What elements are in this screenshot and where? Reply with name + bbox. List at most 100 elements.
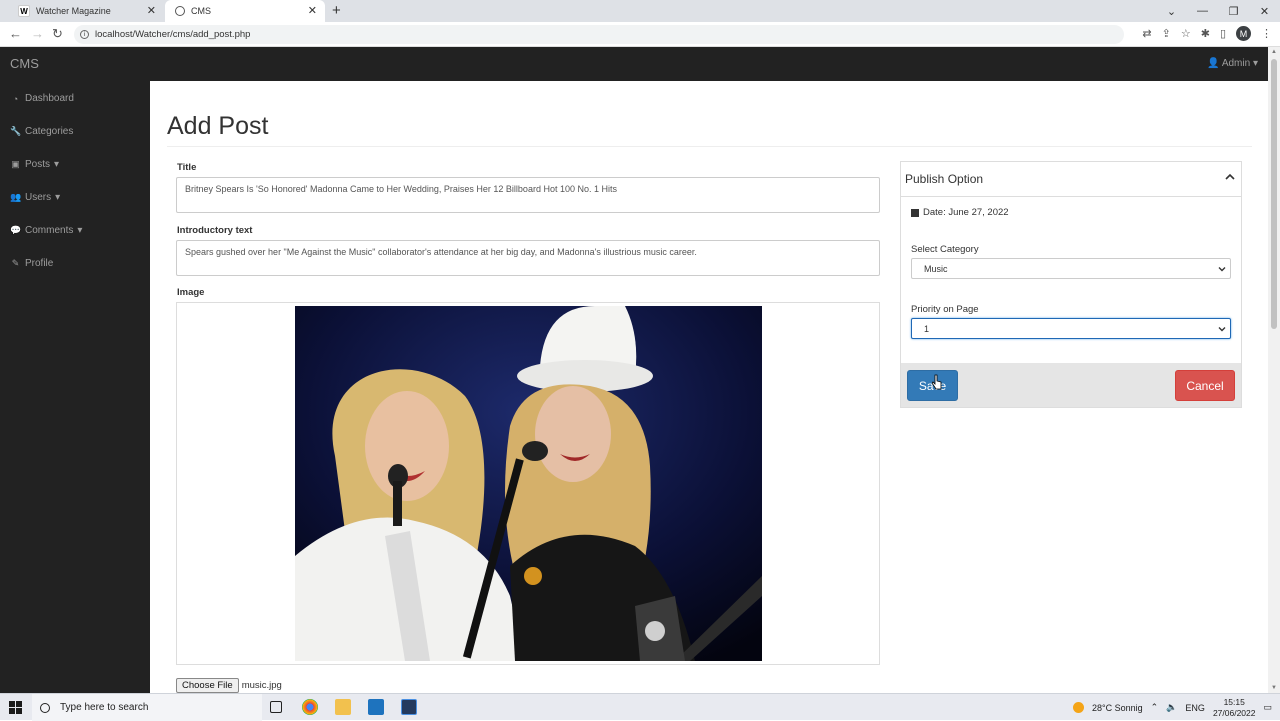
tab-label: CMS (191, 6, 211, 16)
globe-icon (175, 6, 185, 16)
users-icon: 👥 (10, 192, 22, 202)
reload-icon[interactable]: ↻ (52, 26, 63, 42)
sidebar-item-dashboard[interactable]: ◔ Dashboard (10, 93, 74, 104)
page-scrollbar[interactable]: ▲ ▼ (1268, 47, 1280, 693)
tab-search-icon[interactable]: ⌄ (1156, 5, 1187, 18)
sidebar-item-posts[interactable]: ▣ Posts ▾ (10, 159, 59, 170)
chevron-down-icon (1218, 267, 1226, 272)
admin-dropdown[interactable]: 👤 Admin ▾ (1207, 58, 1258, 69)
priority-select[interactable]: 1 (911, 318, 1231, 339)
close-tab-icon[interactable]: ✕ (308, 4, 317, 17)
file-name: music.jpg (241, 680, 282, 691)
publish-panel-footer: Save Cancel (901, 363, 1241, 407)
tab-watcher-magazine[interactable]: W Watcher Magazine ✕ (8, 0, 164, 22)
publish-panel: Publish Option Date: June 27, 2022 Selec… (900, 161, 1242, 408)
sidebar: ◔ Dashboard 🔧 Categories ▣ Posts ▾ 👥 Use… (0, 81, 150, 693)
restore-icon[interactable]: ❐ (1218, 5, 1249, 18)
windows-taskbar: Type here to search 28°C Sonnig ⌃ 🔈 ENG … (0, 693, 1280, 721)
category-label: Select Category (911, 244, 979, 255)
extensions-icon[interactable]: ✱ (1201, 27, 1210, 40)
intro-textarea[interactable]: Spears gushed over her "Me Against the M… (176, 240, 880, 276)
sidebar-item-label: Categories (25, 126, 74, 137)
windows-start-icon[interactable] (9, 701, 22, 714)
volume-icon[interactable]: 🔈 (1166, 702, 1177, 713)
chevron-up-icon[interactable] (1225, 172, 1235, 182)
priority-value: 1 (924, 323, 930, 334)
minimize-icon[interactable]: — (1187, 5, 1218, 17)
panel-title: Publish Option (905, 172, 984, 186)
caret-down-icon: ▾ (1252, 58, 1258, 69)
weather-sun-icon[interactable] (1073, 702, 1085, 713)
chevron-down-icon (1218, 327, 1226, 332)
forward-icon[interactable]: → (31, 26, 44, 41)
title-input[interactable]: Britney Spears Is 'So Honored' Madonna C… (176, 177, 880, 213)
image-preview-box (176, 302, 880, 665)
share-icon[interactable]: ⇪ (1162, 27, 1171, 40)
wrench-icon: 🔧 (10, 126, 22, 136)
sidebar-item-comments[interactable]: 💬 Comments ▾ (10, 225, 82, 236)
brand-link[interactable]: CMS (10, 56, 39, 71)
top-navbar: CMS 👤 Admin ▾ (0, 47, 1268, 81)
user-icon: 👤 (1207, 58, 1220, 69)
comment-icon: 💬 (10, 225, 22, 235)
sidebar-item-label: Users (25, 192, 52, 203)
calendar-icon (911, 208, 919, 217)
weather-text[interactable]: 28°C Sonnig (1092, 703, 1143, 713)
notification-icon[interactable]: ▭ (1263, 702, 1272, 713)
scrollbar-thumb[interactable] (1271, 59, 1277, 329)
priority-label: Priority on Page (911, 304, 979, 315)
close-window-icon[interactable]: ✕ (1249, 5, 1280, 18)
window-controls: ⌄ — ❐ ✕ (1156, 0, 1280, 22)
category-select[interactable]: Music (911, 258, 1231, 279)
bookmark-star-icon[interactable]: ☆ (1181, 27, 1191, 40)
task-view-icon[interactable] (270, 701, 282, 713)
sidebar-item-profile[interactable]: ✎ Profile (10, 258, 54, 269)
back-icon[interactable]: ← (9, 26, 22, 41)
new-tab-icon[interactable]: + (332, 2, 341, 19)
language-indicator[interactable]: ENG (1185, 703, 1205, 713)
watcher-favicon-icon: W (18, 5, 30, 17)
address-bar[interactable]: i localhost/Watcher/cms/add_post.php (74, 25, 1124, 44)
hand-cursor-icon (932, 374, 942, 390)
sidebar-item-categories[interactable]: 🔧 Categories (10, 126, 73, 137)
close-tab-icon[interactable]: ✕ (147, 4, 156, 17)
title-label: Title (177, 162, 197, 173)
dashboard-icon: ◔ (12, 93, 19, 104)
info-icon[interactable]: i (80, 30, 89, 39)
sidebar-item-label: Comments (25, 225, 74, 236)
menu-dots-icon[interactable]: ⋮ (1261, 27, 1272, 40)
image-label: Image (177, 287, 205, 298)
file-explorer-icon[interactable] (335, 699, 351, 715)
category-value: Music (924, 263, 948, 274)
publish-panel-header[interactable]: Publish Option (901, 162, 1241, 197)
date-text: Date: June 27, 2022 (923, 207, 1009, 218)
publish-date: Date: June 27, 2022 (911, 207, 1009, 218)
caret-down-icon: ▾ (77, 225, 83, 236)
clock[interactable]: 15:15 27/06/2022 (1213, 697, 1256, 719)
scroll-down-icon[interactable]: ▼ (1271, 685, 1277, 691)
search-icon (40, 702, 50, 713)
file-upload-row: Choose File music.jpg (176, 678, 282, 693)
taskbar-search[interactable]: Type here to search (32, 694, 262, 721)
cancel-button[interactable]: Cancel (1175, 370, 1235, 401)
toolbar-icons: ⇄ ⇪ ☆ ✱ ▯ M ⋮ (1142, 26, 1272, 41)
scroll-up-icon[interactable]: ▲ (1271, 49, 1277, 55)
chrome-icon[interactable] (302, 699, 318, 715)
app-icon[interactable] (401, 699, 417, 715)
choose-file-button[interactable]: Choose File (176, 678, 239, 693)
tab-label: Watcher Magazine (36, 6, 111, 16)
network-icon[interactable]: ⌃ (1151, 702, 1159, 713)
sidebar-item-label: Dashboard (25, 93, 74, 104)
app-icon[interactable] (368, 699, 384, 715)
sidebar-item-label: Profile (25, 258, 54, 269)
tab-cms[interactable]: CMS ✕ (165, 0, 325, 22)
date: 27/06/2022 (1212, 707, 1256, 718)
caret-down-icon: ▾ (55, 192, 61, 203)
sidebar-item-label: Posts (25, 159, 51, 170)
profile-avatar[interactable]: M (1236, 26, 1251, 41)
translate-icon[interactable]: ⇄ (1142, 27, 1151, 40)
sidebar-item-users[interactable]: 👥 Users ▾ (10, 192, 60, 203)
intro-label: Introductory text (177, 225, 253, 236)
sidepanel-icon[interactable]: ▯ (1220, 27, 1226, 40)
time: 15:15 (1223, 696, 1245, 707)
